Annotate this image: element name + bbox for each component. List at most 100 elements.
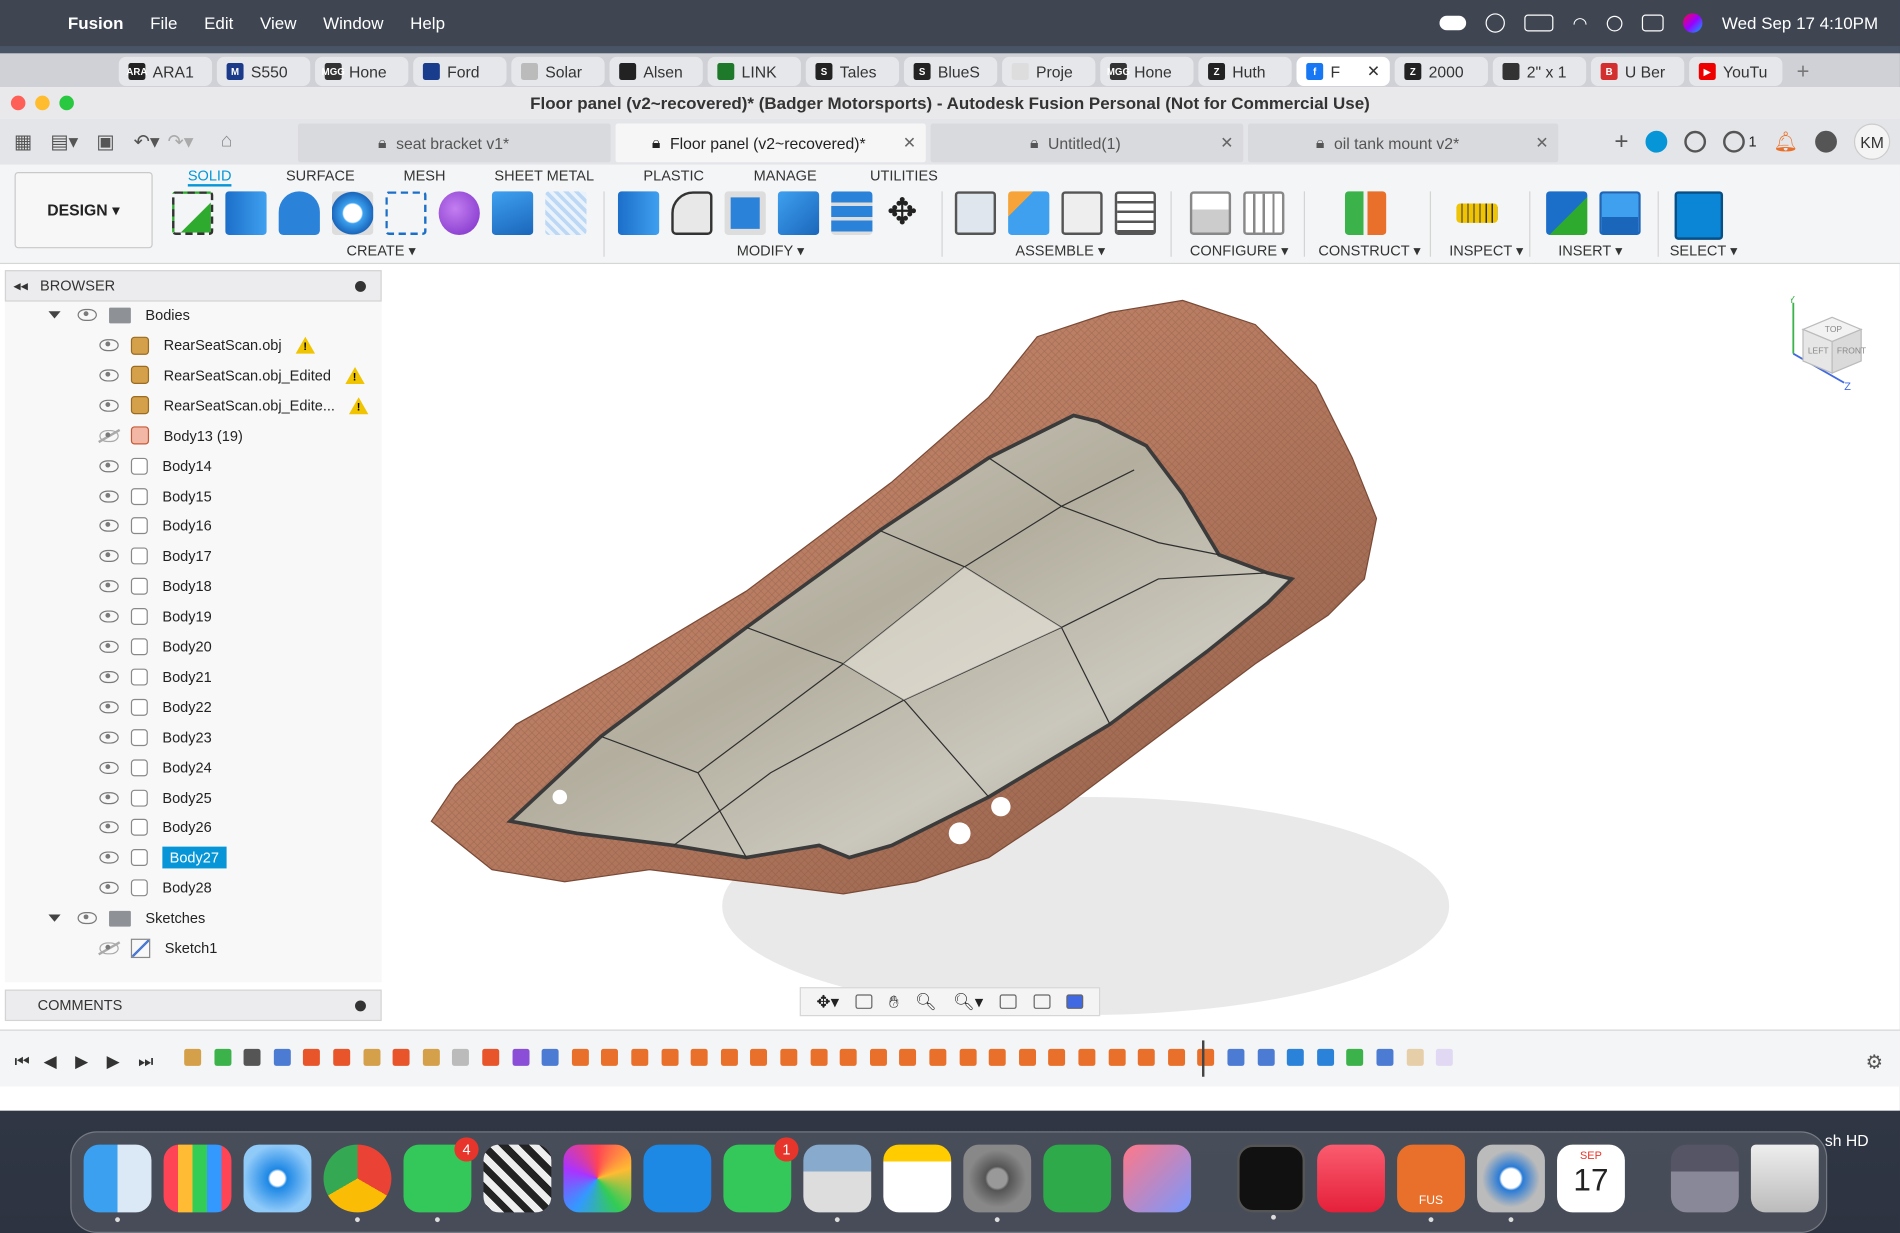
- browser-body-item[interactable]: Body20: [99, 633, 212, 660]
- form-icon[interactable]: [438, 191, 480, 235]
- create-menu[interactable]: CREATE ▾: [347, 242, 416, 259]
- timeline-feature-icon[interactable]: [422, 1048, 440, 1066]
- downloads-stack-icon[interactable]: [1670, 1144, 1739, 1213]
- expand-comments-icon[interactable]: [355, 999, 366, 1011]
- menu-file[interactable]: File: [150, 13, 177, 32]
- timeline-feature-icon[interactable]: [273, 1048, 291, 1066]
- timeline-feature-icon[interactable]: [869, 1048, 887, 1066]
- timeline-feature-icon[interactable]: [482, 1048, 500, 1066]
- visibility-eye-icon[interactable]: [99, 339, 119, 352]
- offset-plane-icon[interactable]: [1344, 191, 1387, 235]
- timeline-feature-icon[interactable]: [1138, 1048, 1155, 1066]
- browser-tab[interactable]: Z Huth: [1198, 56, 1292, 86]
- timeline-feature-icon[interactable]: [661, 1048, 679, 1066]
- browser-tab[interactable]: Ford: [413, 56, 507, 86]
- visibility-eye-icon[interactable]: [99, 489, 119, 503]
- visibility-eye-icon[interactable]: [99, 791, 119, 804]
- timeline-feature-icon[interactable]: [1406, 1048, 1424, 1066]
- timeline-feature-icon[interactable]: [780, 1048, 798, 1066]
- fillet-icon[interactable]: [671, 191, 713, 235]
- timeline-feature-icon[interactable]: [1346, 1048, 1364, 1066]
- close-tab-icon[interactable]: ✕: [903, 133, 916, 152]
- quicktime-icon[interactable]: [1477, 1144, 1545, 1223]
- grid-settings-icon[interactable]: [1033, 994, 1051, 1009]
- browser-body-item[interactable]: Body25: [99, 784, 212, 811]
- sketches-folder[interactable]: Sketches: [48, 905, 205, 932]
- viewcube[interactable]: Y TOP LEFT FRONT Z: [1791, 293, 1876, 390]
- browser-tab[interactable]: Alsen: [609, 56, 703, 86]
- fusion-dock-icon[interactable]: FUS: [1397, 1144, 1465, 1223]
- close-tab-icon[interactable]: ✕: [1535, 133, 1548, 152]
- browser-tab[interactable]: Solar: [511, 56, 605, 86]
- app-menu-name[interactable]: Fusion: [68, 13, 124, 32]
- finder-icon[interactable]: [83, 1144, 152, 1223]
- timeline-feature-icon[interactable]: [1108, 1048, 1126, 1066]
- timeline-feature-icon[interactable]: [541, 1048, 559, 1066]
- visibility-eye-icon[interactable]: [99, 580, 119, 593]
- assemble-menu[interactable]: ASSEMBLE ▾: [1015, 242, 1105, 259]
- configure-rules-icon[interactable]: [1243, 191, 1285, 235]
- browser-body-item[interactable]: Body16: [99, 513, 212, 540]
- visibility-eye-icon[interactable]: [99, 851, 119, 864]
- browser-tab[interactable]: MGG Hone: [1100, 56, 1194, 86]
- safari-icon[interactable]: [243, 1144, 312, 1213]
- browser-body-item[interactable]: Body27: [99, 845, 227, 872]
- menu-window[interactable]: Window: [323, 13, 383, 32]
- numbers-icon[interactable]: [1043, 1144, 1112, 1213]
- shell-icon[interactable]: [724, 191, 766, 235]
- construct-menu[interactable]: CONSTRUCT ▾: [1318, 242, 1420, 259]
- measure-icon[interactable]: [1456, 203, 1498, 223]
- visibility-eye-icon[interactable]: [99, 670, 119, 683]
- timeline-feature-icon[interactable]: [571, 1048, 589, 1066]
- browser-tab[interactable]: M S550: [216, 56, 311, 86]
- messages-icon[interactable]: 4: [403, 1137, 479, 1223]
- timeline-feature-icon[interactable]: [1287, 1048, 1305, 1066]
- battery-icon[interactable]: [1524, 14, 1554, 32]
- insert-derive-icon[interactable]: [1546, 191, 1588, 235]
- timeline-feature-icon[interactable]: [1197, 1048, 1215, 1066]
- timeline-feature-icon[interactable]: [184, 1048, 202, 1066]
- save-icon[interactable]: ▣: [92, 128, 119, 155]
- box-icon[interactable]: [491, 191, 534, 235]
- timeline-feature-icon[interactable]: [839, 1048, 857, 1066]
- timeline-feature-icon[interactable]: [452, 1048, 470, 1066]
- browser-body-item[interactable]: RearSeatScan.obj!: [99, 332, 316, 359]
- timeline-feature-icon[interactable]: [1048, 1048, 1066, 1066]
- tab-surface[interactable]: SURFACE: [286, 165, 355, 187]
- notes-icon[interactable]: [883, 1144, 952, 1213]
- browser-body-item[interactable]: RearSeatScan.obj_Edite...!: [99, 392, 369, 419]
- display-settings-icon[interactable]: [999, 994, 1017, 1009]
- zoom-icon[interactable]: 🔍︎: [915, 991, 937, 1012]
- expand-bodies-icon[interactable]: [48, 311, 61, 319]
- viewports-icon[interactable]: [1066, 994, 1084, 1009]
- timeline-feature-icon[interactable]: [1316, 1048, 1334, 1066]
- redo-icon[interactable]: ↷▾: [167, 128, 194, 155]
- visibility-eye-icon[interactable]: [99, 459, 119, 472]
- browser-tab[interactable]: LINK: [707, 56, 801, 86]
- app-grid-icon[interactable]: ▦: [10, 128, 37, 155]
- new-tab-plus-icon[interactable]: +: [1614, 128, 1628, 156]
- minimize-window-button[interactable]: [35, 95, 50, 111]
- close-window-button[interactable]: [10, 95, 26, 111]
- close-tab-icon[interactable]: ✕: [1367, 62, 1380, 81]
- combine-icon[interactable]: [777, 191, 820, 235]
- iphone-mirroring-icon[interactable]: [1123, 1144, 1192, 1213]
- press-pull-icon[interactable]: [617, 191, 660, 235]
- new-browser-tab-icon[interactable]: +: [1787, 58, 1819, 85]
- timeline-feature-icon[interactable]: [631, 1048, 649, 1066]
- app-store-icon[interactable]: [643, 1144, 712, 1213]
- visibility-eye-icon[interactable]: [99, 881, 119, 895]
- browser-tab[interactable]: B U Ber: [1590, 56, 1685, 86]
- inspect-menu[interactable]: INSPECT ▾: [1449, 242, 1523, 259]
- timeline-feature-icon[interactable]: [899, 1048, 917, 1066]
- timeline-feature-icon[interactable]: [1257, 1048, 1275, 1066]
- timeline-feature-icon[interactable]: [1227, 1048, 1245, 1066]
- timeline-feature-icon[interactable]: [243, 1048, 261, 1066]
- timeline-feature-icon[interactable]: [213, 1048, 231, 1066]
- hole-icon[interactable]: [332, 191, 374, 235]
- browser-tab[interactable]: Proje: [1002, 56, 1096, 86]
- timeline-feature-icon[interactable]: [392, 1048, 410, 1066]
- timeline-feature-icon[interactable]: [333, 1048, 351, 1066]
- activity-monitor-icon[interactable]: [1237, 1144, 1306, 1220]
- timeline-feature-icon[interactable]: [601, 1048, 619, 1066]
